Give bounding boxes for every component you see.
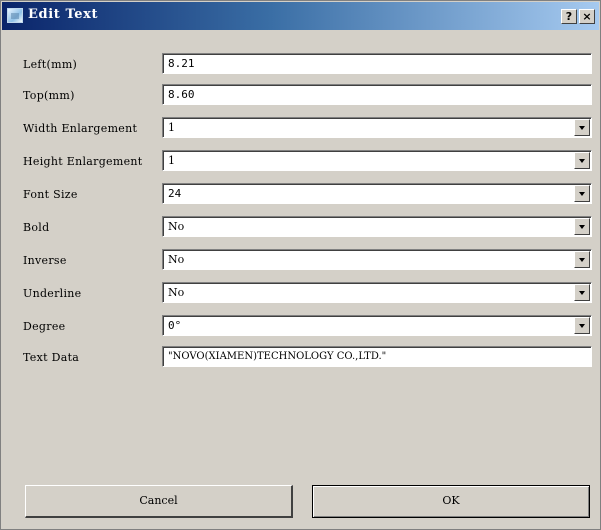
chevron-down-icon[interactable] (574, 284, 590, 301)
text-data-input[interactable]: "NOVO(XIAMEN)TECHNOLOGY CO.,LTD." (162, 346, 592, 367)
help-icon: ? (565, 10, 573, 23)
height-enlargement-value: 1 (168, 154, 175, 167)
cancel-button[interactable]: Cancel (25, 485, 293, 518)
chevron-down-icon[interactable] (574, 152, 590, 169)
inverse-label: Inverse (23, 254, 67, 267)
chevron-down-icon[interactable] (574, 251, 590, 268)
underline-value: No (168, 286, 185, 299)
font-size-select[interactable]: 24 (162, 183, 592, 204)
underline-select[interactable]: No (162, 282, 592, 303)
width-enlargement-label: Width Enlargement (23, 122, 138, 135)
bold-value: No (168, 220, 185, 233)
top-input[interactable]: 8.60 (162, 84, 592, 105)
ok-button[interactable]: OK (312, 485, 590, 518)
bold-select[interactable]: No (162, 216, 592, 237)
degree-value: 0° (168, 319, 182, 332)
chevron-down-icon[interactable] (574, 119, 590, 136)
degree-select[interactable]: 0° (162, 315, 592, 336)
degree-label: Degree (23, 320, 66, 333)
help-button[interactable]: ? (561, 9, 577, 24)
close-icon: × (582, 10, 592, 23)
bold-label: Bold (23, 221, 50, 234)
width-enlargement-value: 1 (168, 121, 175, 134)
inverse-value: No (168, 253, 185, 266)
height-enlargement-select[interactable]: 1 (162, 150, 592, 171)
font-size-label: Font Size (23, 188, 78, 201)
chevron-down-icon[interactable] (574, 185, 590, 202)
top-value: 8.60 (168, 88, 195, 101)
width-enlargement-select[interactable]: 1 (162, 117, 592, 138)
text-data-value: "NOVO(XIAMEN)TECHNOLOGY CO.,LTD." (168, 351, 387, 362)
chevron-down-icon[interactable] (574, 317, 590, 334)
top-label: Top(mm) (23, 89, 75, 102)
title-bar[interactable]: Edit Text ? × (2, 2, 599, 30)
window-title: Edit Text (28, 7, 99, 22)
chevron-down-icon[interactable] (574, 218, 590, 235)
text-data-label: Text Data (23, 351, 80, 364)
left-input[interactable]: 8.21 (162, 53, 592, 74)
inverse-select[interactable]: No (162, 249, 592, 270)
edit-text-dialog: Edit Text ? × Left(mm) 8.21 Top(mm) 8.60… (0, 0, 601, 530)
left-value: 8.21 (168, 57, 195, 70)
underline-label: Underline (23, 287, 82, 300)
close-button[interactable]: × (579, 9, 595, 24)
app-icon (7, 8, 23, 23)
font-size-value: 24 (168, 187, 182, 200)
height-enlargement-label: Height Enlargement (23, 155, 143, 168)
left-label: Left(mm) (23, 58, 78, 71)
